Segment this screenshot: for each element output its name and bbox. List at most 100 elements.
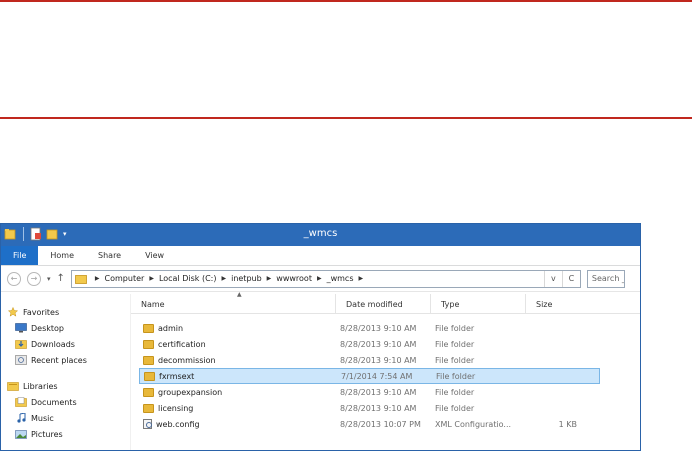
file-date: 8/28/2013 10:07 PM [340, 419, 421, 429]
tab-view[interactable]: View [133, 246, 176, 265]
folder-icon [143, 403, 154, 413]
breadcrumb-chevron-icon[interactable]: ▶ [359, 275, 364, 282]
nav-item-downloads[interactable]: Downloads [1, 336, 130, 352]
file-type: XML Configuratio... [435, 419, 512, 429]
folder-icon [143, 339, 154, 349]
file-name: decommission [158, 355, 216, 365]
file-name: web.config [156, 419, 200, 429]
file-row[interactable]: groupexpansion 8/28/2013 9:10 AM File fo… [131, 384, 640, 400]
navigation-bar: ← → ▾ ↑ ▶ Computer ▶ Local Disk (C:) ▶ i… [1, 266, 640, 292]
nav-item-label: Desktop [31, 323, 64, 333]
file-list: ▲ Name Date modified Type Size admin 8/2… [131, 291, 640, 450]
nav-item-recent-places[interactable]: Recent places [1, 352, 130, 368]
folder-icon [143, 387, 154, 397]
file-name: admin [158, 323, 184, 333]
address-dropdown-icon[interactable]: v [543, 270, 562, 287]
up-arrow-icon[interactable]: ↑ [57, 273, 65, 284]
folder-icon [143, 355, 154, 365]
nav-libraries[interactable]: Libraries [1, 378, 130, 394]
file-type: File folder [435, 387, 475, 397]
folder-icon [75, 274, 87, 284]
music-icon [17, 413, 26, 423]
address-controls: v C [543, 270, 580, 287]
folder-icon [143, 323, 154, 333]
breadcrumb-chevron-icon[interactable]: ▶ [149, 275, 154, 282]
forward-arrow-icon[interactable]: → [27, 271, 41, 286]
file-row[interactable]: web.config 8/28/2013 10:07 PM XML Config… [131, 416, 640, 432]
file-size: 1 KB [558, 419, 577, 429]
window-title: _wmcs [303, 228, 338, 239]
config-file-icon [143, 419, 152, 429]
nav-item-label: Downloads [31, 339, 75, 349]
breadcrumb-computer[interactable]: Computer [105, 274, 145, 283]
search-input[interactable]: Search _ [586, 269, 625, 288]
nav-item-label: Music [31, 413, 54, 423]
file-date: 8/28/2013 9:10 AM [340, 339, 417, 349]
star-icon [7, 307, 19, 317]
column-size[interactable]: Size [526, 294, 581, 314]
explorer-body: Favorites Desktop Downloads Recent place… [1, 291, 640, 450]
tab-file[interactable]: File [1, 246, 39, 265]
column-type[interactable]: Type [431, 294, 526, 314]
tab-share[interactable]: Share [86, 246, 133, 265]
recent-locations-chevron-icon[interactable]: ▾ [47, 275, 51, 283]
breadcrumb-chevron-icon[interactable]: ▶ [221, 275, 226, 282]
libraries-icon [7, 382, 19, 391]
tab-home[interactable]: Home [38, 246, 86, 265]
nav-item-desktop[interactable]: Desktop [1, 320, 130, 336]
breadcrumb-chevron-icon[interactable]: ▶ [317, 275, 322, 282]
column-date-modified[interactable]: Date modified [336, 294, 431, 314]
file-row[interactable]: decommission 8/28/2013 9:10 AM File fold… [131, 352, 640, 368]
nav-item-documents[interactable]: Documents [1, 394, 130, 410]
back-arrow-icon[interactable]: ← [7, 271, 21, 286]
downloads-icon [15, 340, 27, 349]
sort-ascending-icon: ▲ [237, 291, 242, 298]
documents-icon [15, 397, 27, 407]
title-bar: ▾ _wmcs [1, 224, 640, 246]
file-name: licensing [158, 403, 194, 413]
column-name[interactable]: Name [131, 294, 336, 314]
top-red-rule [0, 0, 692, 2]
address-bar[interactable]: ▶ Computer ▶ Local Disk (C:) ▶ inetpub ▶… [70, 269, 581, 288]
nav-favorites[interactable]: Favorites [1, 304, 130, 320]
file-name: groupexpansion [158, 387, 223, 397]
file-name: fxrmsext [159, 371, 195, 381]
file-type: File folder [435, 323, 475, 333]
breadcrumb-wmcs[interactable]: _wmcs [327, 274, 354, 283]
file-date: 8/28/2013 9:10 AM [340, 387, 417, 397]
file-row-selected[interactable]: fxrmsext 7/1/2014 7:54 AM File folder [139, 368, 600, 384]
file-explorer-window: ▾ _wmcs File Home Share View ← → ▾ ↑ ▶ C… [0, 223, 641, 451]
breadcrumb-wwwroot[interactable]: wwwroot [276, 274, 312, 283]
file-row[interactable]: admin 8/28/2013 9:10 AM File folder [131, 320, 640, 336]
file-row[interactable]: certification 8/28/2013 9:10 AM File fol… [131, 336, 640, 352]
file-date: 7/1/2014 7:54 AM [341, 371, 413, 381]
ribbon-tabs: File Home Share View [1, 246, 640, 266]
nav-item-music[interactable]: Music [1, 410, 130, 426]
file-row[interactable]: licensing 8/28/2013 9:10 AM File folder [131, 400, 640, 416]
file-name: certification [158, 339, 206, 349]
pictures-icon [15, 430, 27, 439]
breadcrumb-chevron-icon[interactable]: ▶ [95, 275, 100, 282]
desktop-icon [15, 323, 27, 333]
nav-item-label: Recent places [31, 355, 87, 365]
breadcrumb-inetpub[interactable]: inetpub [231, 274, 262, 283]
file-type: File folder [435, 339, 475, 349]
nav-item-pictures[interactable]: Pictures [1, 426, 130, 442]
breadcrumb-local-disk[interactable]: Local Disk (C:) [159, 274, 217, 283]
folder-icon [144, 371, 155, 381]
column-headers: ▲ Name Date modified Type Size [131, 291, 640, 314]
breadcrumb-chevron-icon[interactable]: ▶ [267, 275, 272, 282]
nav-item-label: Pictures [31, 429, 63, 439]
navigation-pane: Favorites Desktop Downloads Recent place… [1, 294, 131, 450]
file-type: File folder [435, 403, 475, 413]
page: ▾ _wmcs File Home Share View ← → ▾ ↑ ▶ C… [0, 0, 692, 451]
file-type: File folder [436, 371, 476, 381]
file-date: 8/28/2013 9:10 AM [340, 355, 417, 365]
refresh-icon[interactable]: C [561, 270, 580, 287]
nav-libraries-label: Libraries [23, 381, 58, 391]
file-date: 8/28/2013 9:10 AM [340, 403, 417, 413]
recent-places-icon [15, 355, 27, 365]
bottom-red-rule [0, 117, 692, 119]
file-date: 8/28/2013 9:10 AM [340, 323, 417, 333]
